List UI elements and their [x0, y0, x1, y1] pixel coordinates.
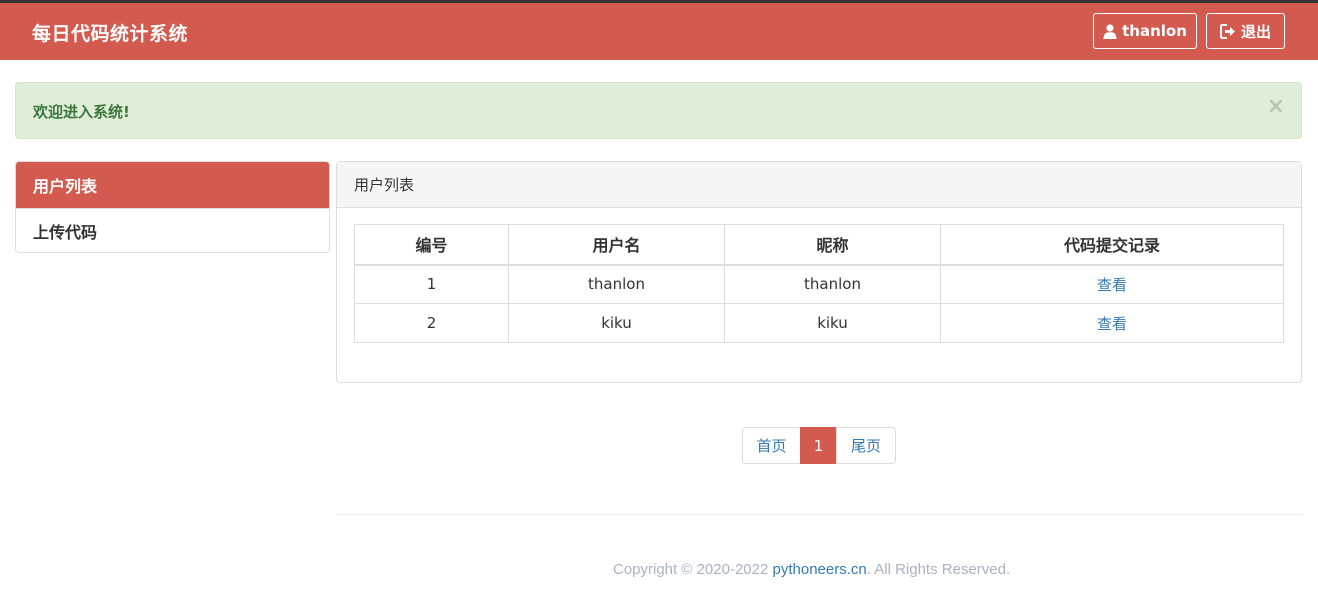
view-records-link[interactable]: 查看 [1097, 315, 1127, 333]
table-header-row: 编号 用户名 昵称 代码提交记录 [354, 224, 1284, 266]
footer-copyright: Copyright © 2020-2022 [613, 561, 773, 578]
sidebar-item-user-list[interactable]: 用户列表 [16, 162, 329, 208]
user-icon [1103, 23, 1117, 39]
table-row: 1 thanlon thanlon 查看 [354, 264, 1284, 304]
footer-rights: . All Rights Reserved. [866, 561, 1011, 578]
pagination: 首页 1 尾页 [742, 427, 896, 464]
welcome-alert: 欢迎进入系统! × [15, 82, 1302, 139]
pagination-last[interactable]: 尾页 [836, 427, 896, 464]
cell-action: 查看 [940, 303, 1284, 343]
cell-nickname: thanlon [724, 264, 941, 304]
sidebar: 用户列表 上传代码 [15, 161, 330, 253]
logout-icon [1219, 23, 1236, 39]
column-header-records: 代码提交记录 [940, 224, 1284, 266]
logout-button[interactable]: 退出 [1206, 13, 1285, 49]
column-header-id: 编号 [354, 224, 509, 266]
cell-id: 1 [354, 264, 509, 304]
alert-message: 欢迎进入系统! [33, 103, 130, 121]
cell-id: 2 [354, 303, 509, 343]
table-row: 2 kiku kiku 查看 [354, 303, 1284, 343]
logout-button-label: 退出 [1240, 22, 1271, 41]
cell-username: thanlon [508, 264, 725, 304]
pagination-page-1[interactable]: 1 [800, 427, 837, 464]
user-button-label: thanlon [1122, 22, 1187, 40]
panel-title: 用户列表 [337, 162, 1301, 208]
view-records-link[interactable]: 查看 [1097, 276, 1127, 294]
footer-link[interactable]: pythoneers.cn [773, 561, 867, 578]
user-list-panel: 用户列表 编号 用户名 昵称 代码提交记录 1 thanlon thanlon … [336, 161, 1302, 383]
cell-username: kiku [508, 303, 725, 343]
brand-title[interactable]: 每日代码统计系统 [32, 19, 188, 46]
user-table: 编号 用户名 昵称 代码提交记录 1 thanlon thanlon 查看 2 … [354, 224, 1284, 343]
sidebar-item-upload-code[interactable]: 上传代码 [16, 208, 329, 252]
cell-nickname: kiku [724, 303, 941, 343]
cell-action: 查看 [940, 264, 1284, 304]
navbar: 每日代码统计系统 thanlon 退出 [0, 3, 1318, 60]
close-icon[interactable]: × [1267, 96, 1285, 118]
column-header-username: 用户名 [508, 224, 725, 266]
footer-divider [336, 514, 1302, 515]
column-header-nickname: 昵称 [724, 224, 941, 266]
pagination-first[interactable]: 首页 [742, 427, 801, 464]
user-button[interactable]: thanlon [1093, 13, 1197, 49]
